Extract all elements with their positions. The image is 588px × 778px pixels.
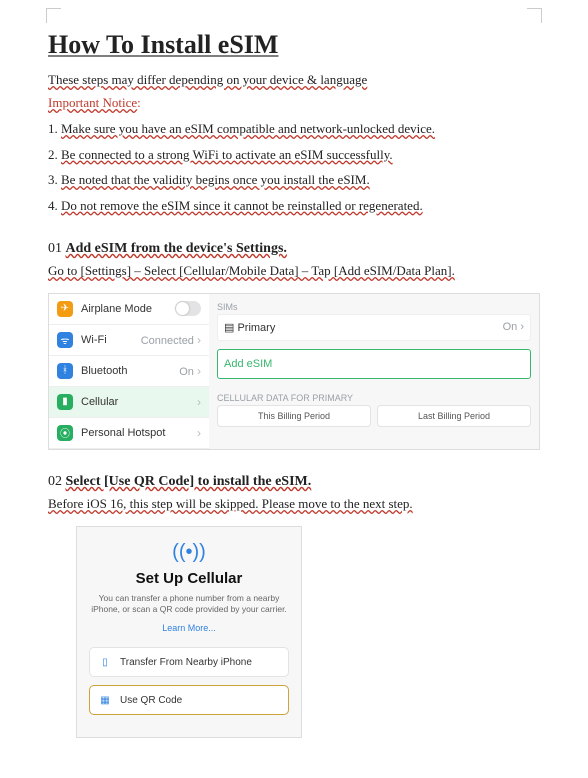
primary-sim-row[interactable]: ▤ Primary On › (217, 314, 531, 341)
intro-text: These steps may differ depending on your… (48, 72, 367, 87)
use-qr-option[interactable]: ▦ Use QR Code (89, 685, 289, 715)
row-wifi: Wi-Fi (81, 334, 107, 346)
airplane-toggle[interactable] (175, 301, 201, 316)
settings-screenshot: ✈ Airplane Mode ᯤ Wi-Fi Connected › ᚼ Bluet… (48, 293, 540, 450)
row-hotspot: Personal Hotspot (81, 427, 165, 439)
notice-item: Do not remove the eSIM since it cannot b… (61, 198, 423, 213)
row-cellular: Cellular (81, 396, 118, 408)
step-number: 01 (48, 241, 62, 256)
setup-cellular-screenshot: ((•)) Set Up Cellular You can transfer a… (76, 526, 302, 738)
setup-desc: You can transfer a phone number from a n… (89, 593, 289, 615)
hotspot-icon: ⦿ (57, 425, 73, 441)
data-for-label: CELLULAR DATA FOR PRIMARY (217, 393, 531, 403)
seg-this-period[interactable]: This Billing Period (217, 405, 371, 427)
step-subtext: Go to [Settings] – Select [Cellular/Mobi… (48, 263, 455, 278)
airplane-icon: ✈ (57, 301, 73, 317)
row-bluetooth: Bluetooth (81, 365, 127, 377)
step-subtext: Before iOS 16, this step will be skipped… (48, 496, 413, 511)
phone-icon: ▯ (98, 655, 112, 669)
step-title: Add eSIM from the device's Settings. (66, 241, 287, 256)
page-corner (46, 8, 61, 23)
sims-label: SIMs (217, 302, 531, 312)
step-number: 02 (48, 474, 62, 489)
seg-last-period[interactable]: Last Billing Period (377, 405, 531, 427)
setup-heading: Set Up Cellular (89, 570, 289, 587)
wifi-icon: ᯤ (57, 332, 73, 348)
qr-icon: ▦ (98, 693, 112, 707)
antenna-icon: ((•)) (89, 541, 289, 564)
important-notice-label: Important Notice (48, 95, 137, 110)
cellular-icon: ▮ (57, 394, 73, 410)
learn-more-link[interactable]: Learn More... (89, 623, 289, 633)
row-airplane: Airplane Mode (81, 303, 152, 315)
bt-status: On › (179, 364, 201, 378)
notice-item: Make sure you have an eSIM compatible an… (61, 121, 435, 136)
page-title: How To Install eSIM (48, 30, 540, 60)
notice-item: Be connected to a strong WiFi to activat… (61, 147, 393, 162)
page-corner (527, 8, 542, 23)
notice-item: Be noted that the validity begins once y… (61, 172, 370, 187)
transfer-option[interactable]: ▯ Transfer From Nearby iPhone (89, 647, 289, 677)
bluetooth-icon: ᚼ (57, 363, 73, 379)
step-title: Select [Use QR Code] to install the eSIM… (66, 474, 312, 489)
add-esim-button[interactable]: Add eSIM (217, 349, 531, 379)
wifi-status: Connected › (141, 333, 201, 347)
